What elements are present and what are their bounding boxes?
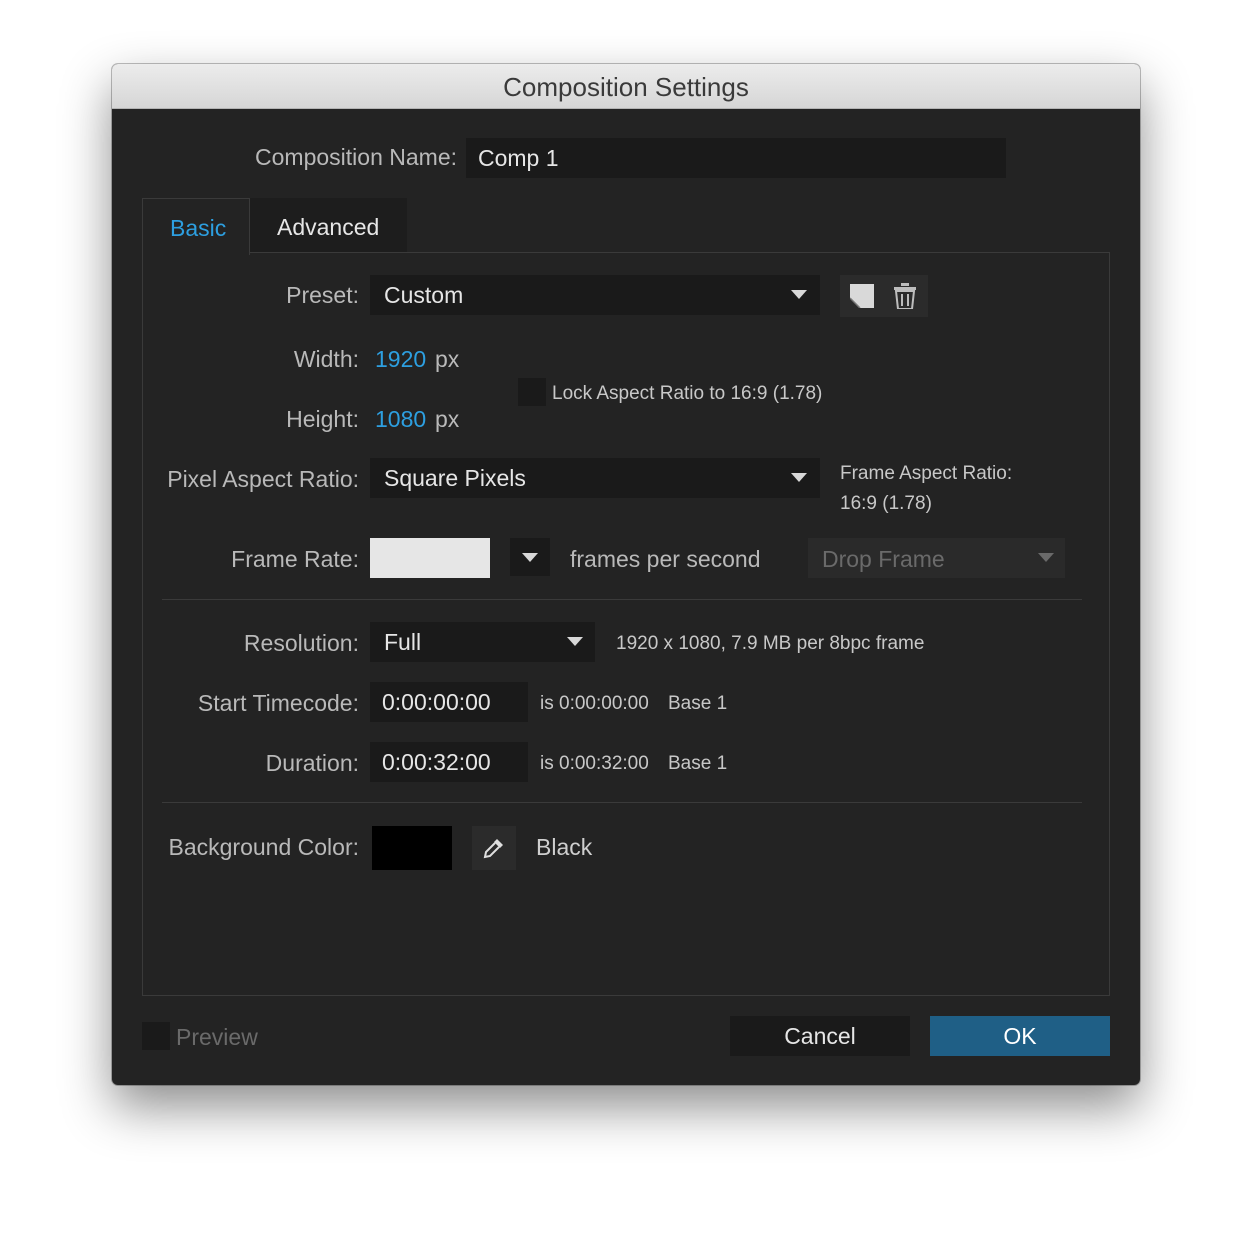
composition-name-value: Comp 1 (478, 145, 559, 171)
preview-label: Preview (176, 1024, 258, 1050)
resolution-value: Full (384, 629, 422, 655)
chevron-down-icon (1038, 553, 1054, 562)
duration-value: 0:00:32:00 (382, 749, 491, 775)
divider (162, 802, 1082, 803)
lock-aspect-label: Lock Aspect Ratio to 16:9 (1.78) (552, 383, 823, 404)
start-timecode-input[interactable]: 0:00:00:00 (370, 682, 528, 722)
tab-advanced-label: Advanced (277, 214, 380, 240)
chevron-down-icon (791, 473, 807, 482)
resolution-label: Resolution: (243, 630, 359, 656)
width-label: Width: (293, 346, 359, 372)
background-color-swatch[interactable] (372, 826, 452, 870)
composition-name-label: Composition Name: (255, 144, 457, 170)
height-value[interactable]: 1080 (375, 406, 426, 433)
preview-checkbox[interactable] (142, 1022, 170, 1050)
preset-label: Preset: (286, 282, 359, 308)
frame-rate-label: Frame Rate: (231, 546, 359, 572)
width-unit: px (435, 346, 460, 372)
drop-frame-dropdown[interactable]: Drop Frame (808, 538, 1065, 578)
composition-name-input[interactable]: Comp 1 (466, 138, 1006, 178)
background-color-name: Black (536, 834, 593, 860)
tab-basic[interactable]: Basic (142, 198, 250, 255)
preset-dropdown[interactable]: Custom (370, 275, 820, 315)
height-unit: px (435, 406, 460, 432)
duration-base: Base 1 (668, 753, 728, 774)
save-preset-icon[interactable] (849, 284, 874, 309)
eyedropper-button[interactable] (472, 826, 516, 870)
resolution-dropdown[interactable]: Full (370, 622, 595, 662)
ok-button[interactable]: OK (930, 1016, 1110, 1056)
pixel-aspect-value: Square Pixels (384, 465, 526, 491)
cancel-button[interactable]: Cancel (730, 1016, 910, 1056)
drop-frame-value: Drop Frame (822, 546, 945, 572)
start-timecode-is: is 0:00:00:00 (540, 693, 649, 714)
frame-rate-input[interactable] (370, 538, 490, 578)
duration-label: Duration: (265, 750, 359, 776)
window-title: Composition Settings (112, 64, 1140, 109)
tab-advanced[interactable]: Advanced (249, 198, 407, 252)
frame-aspect-label: Frame Aspect Ratio: (840, 463, 1013, 484)
frame-aspect-value: 16:9 (1.78) (840, 493, 932, 514)
tab-basic-label: Basic (170, 215, 227, 241)
chevron-down-icon (567, 637, 583, 646)
background-color-label: Background Color: (168, 834, 360, 860)
eyedropper-icon (482, 836, 506, 860)
duration-input[interactable]: 0:00:32:00 (370, 742, 528, 782)
pixel-aspect-dropdown[interactable]: Square Pixels (370, 458, 820, 498)
start-timecode-base: Base 1 (668, 693, 728, 714)
divider (162, 599, 1082, 600)
lock-aspect-checkbox[interactable] (518, 378, 546, 406)
duration-is: is 0:00:32:00 (540, 753, 649, 774)
frame-rate-unit: frames per second (570, 546, 761, 572)
start-timecode-value: 0:00:00:00 (382, 689, 491, 715)
frame-rate-dropdown[interactable] (510, 538, 550, 576)
pixel-aspect-label: Pixel Aspect Ratio: (167, 466, 359, 492)
trash-icon[interactable] (893, 283, 917, 310)
width-value[interactable]: 1920 (375, 346, 426, 373)
start-timecode-label: Start Timecode: (197, 690, 359, 716)
resolution-info: 1920 x 1080, 7.9 MB per 8bpc frame (616, 633, 925, 654)
height-label: Height: (286, 406, 359, 432)
preset-value: Custom (384, 282, 464, 308)
chevron-down-icon (791, 290, 807, 299)
chevron-down-icon (522, 553, 538, 562)
composition-settings-dialog: Composition Settings Composition Name: C… (112, 64, 1140, 1085)
preset-actions (840, 275, 928, 317)
